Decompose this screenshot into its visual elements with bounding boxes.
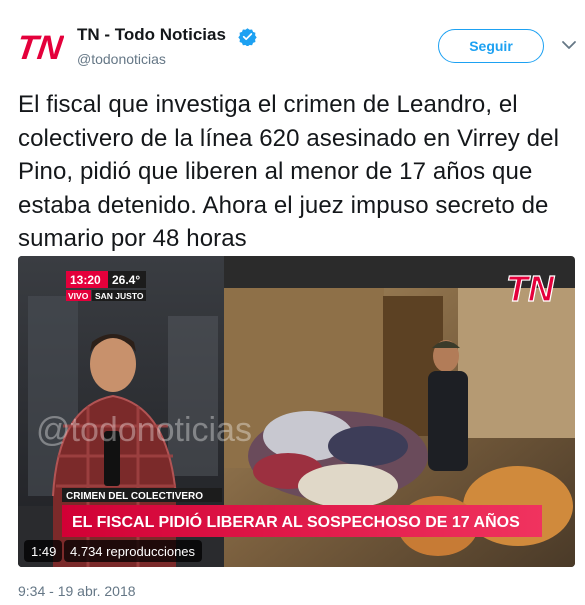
author-handle[interactable]: @todonoticias bbox=[77, 51, 166, 67]
tweet-header: TN TN - Todo Noticias @todonoticias Segu… bbox=[0, 0, 585, 80]
clock-text: 13:20 bbox=[70, 273, 101, 287]
video-frame: TN 13:20 26.4° VIVO SAN JUSTO @todonotic… bbox=[18, 256, 575, 567]
avatar-text: TN bbox=[18, 29, 64, 66]
verified-badge-icon bbox=[238, 28, 257, 46]
tweet-text: El fiscal que investiga el crimen de Lea… bbox=[18, 91, 559, 252]
watermark-text: @todonoticias bbox=[36, 411, 252, 449]
tn-logo-avatar[interactable]: TN bbox=[18, 26, 64, 66]
section-label: CRIMEN DEL COLECTIVERO bbox=[66, 491, 203, 502]
live-label: VIVO bbox=[68, 291, 89, 301]
chevron-down-icon[interactable] bbox=[561, 38, 577, 52]
channel-logo: TN bbox=[506, 268, 555, 309]
author-name[interactable]: TN - Todo Noticias bbox=[77, 25, 226, 45]
location-label: SAN JUSTO bbox=[95, 291, 144, 301]
tweet-timestamp[interactable]: 9:34 - 19 abr. 2018 bbox=[18, 583, 136, 599]
follow-button[interactable]: Seguir bbox=[438, 29, 544, 63]
temperature-text: 26.4° bbox=[112, 273, 140, 287]
video-player[interactable]: TN 13:20 26.4° VIVO SAN JUSTO @todonotic… bbox=[18, 256, 575, 567]
duration-text: 1:49 bbox=[31, 544, 56, 559]
views-text: 4.734 reproducciones bbox=[70, 544, 196, 559]
headline-text: EL FISCAL PIDIÓ LIBERAR AL SOSPECHOSO DE… bbox=[72, 511, 520, 531]
